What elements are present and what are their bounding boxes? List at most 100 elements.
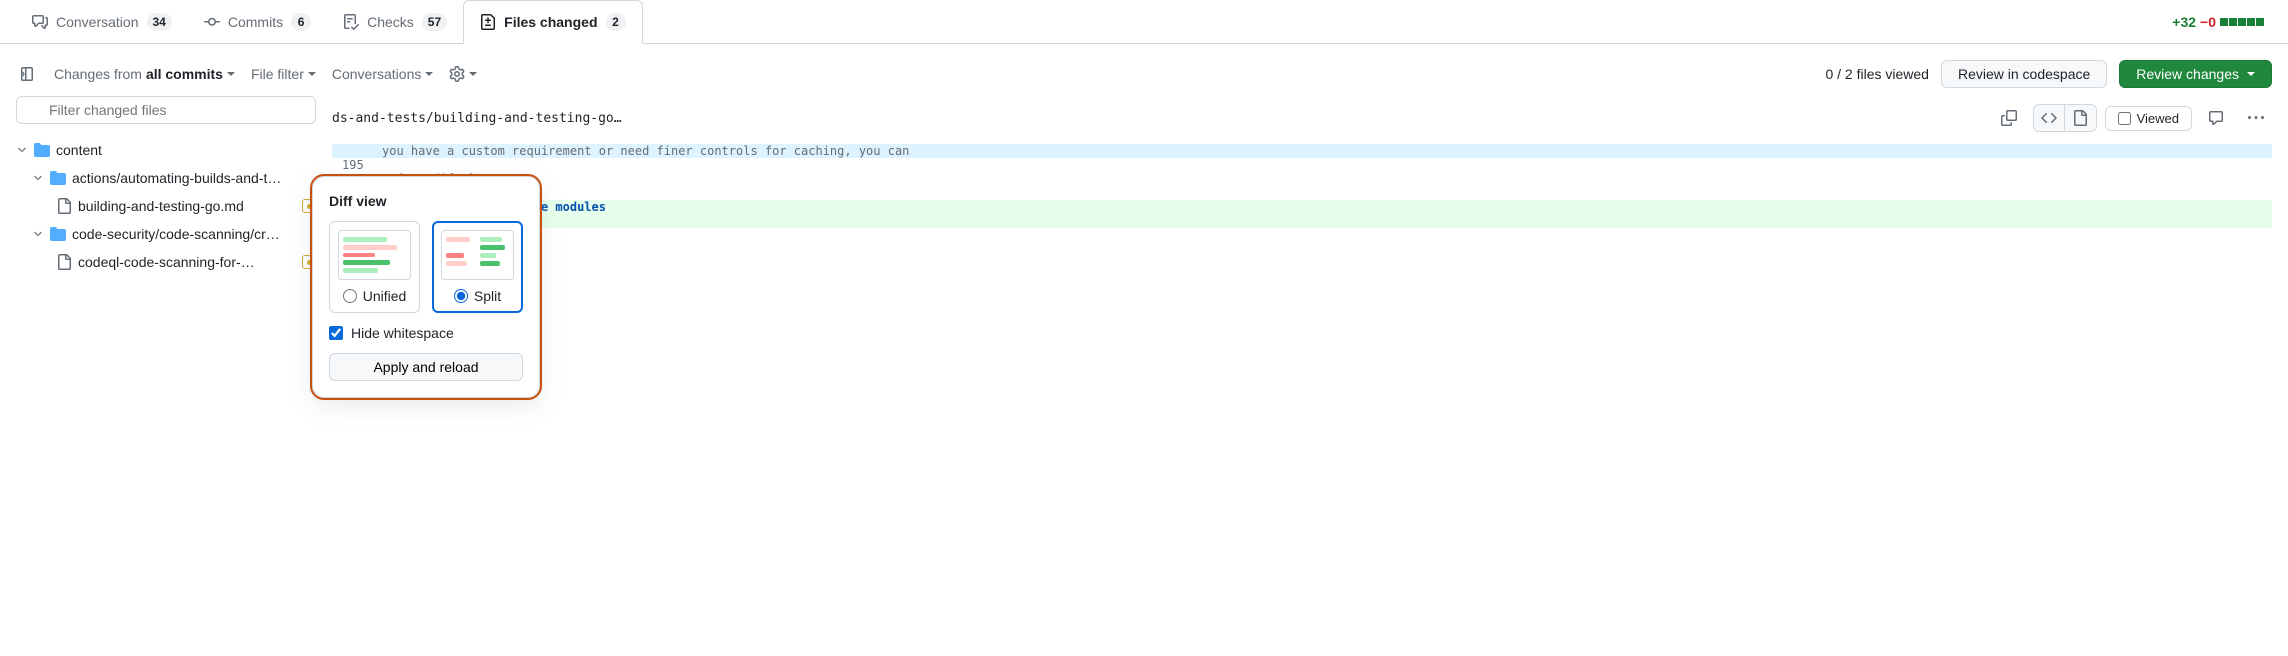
toolbar-actions: 0 / 2 files viewed Review in codespace R… (1825, 60, 2272, 88)
tree-label: codeql-code-scanning-for-… (78, 254, 255, 270)
file-diff-icon (480, 14, 496, 30)
tree-label: building-and-testing-go.md (78, 198, 244, 214)
apply-reload-button[interactable]: Apply and reload (329, 353, 523, 381)
gear-icon (449, 66, 465, 82)
rich-view-button[interactable] (2065, 104, 2097, 132)
tree-file-codeql[interactable]: codeql-code-scanning-for-… (16, 248, 316, 276)
comment-icon (2208, 110, 2224, 126)
caret-down-icon (2247, 72, 2255, 76)
filter-wrapper (16, 96, 316, 124)
folder-icon (50, 226, 66, 242)
toolbar-filters: Changes from all commits File filter Con… (54, 66, 477, 82)
code-icon (2041, 110, 2057, 126)
conversations-dropdown[interactable]: Conversations (332, 66, 434, 82)
kebab-menu-button[interactable] (2240, 104, 2272, 132)
popover-title: Diff view (329, 193, 523, 209)
line-content: {% endif %} (372, 172, 2272, 186)
chevron-down-icon (32, 228, 44, 240)
view-options: Unified (329, 221, 523, 313)
review-in-codespace-button[interactable]: Review in codespace (1941, 60, 2107, 88)
split-preview (441, 230, 514, 280)
sidebar-toggle-button[interactable] (16, 63, 38, 85)
file-actions: Viewed (2033, 104, 2272, 132)
tree-label: content (56, 142, 102, 158)
tab-count: 57 (422, 13, 447, 31)
diff-content: ds-and-tests/building-and-testing-go… Vi… (332, 96, 2272, 276)
file-path: ds-and-tests/building-and-testing-go… (332, 111, 1985, 126)
line-content: + (372, 214, 2272, 228)
git-commit-icon (204, 14, 220, 30)
split-option[interactable]: Split (432, 221, 523, 313)
tab-count: 6 (291, 13, 311, 31)
tree-label: actions/automating-builds-and-t… (72, 170, 281, 186)
line-number: 195 (332, 158, 372, 172)
copy-icon (2001, 110, 2017, 126)
viewed-checkbox[interactable] (2118, 112, 2131, 125)
diff-line[interactable]: 197 (332, 186, 2272, 200)
diff-stats: +32 −0 (2172, 14, 2272, 30)
changes-from-dropdown[interactable]: Changes from all commits (54, 66, 235, 82)
tree-folder-security[interactable]: code-security/code-scanning/cr… (16, 220, 316, 248)
tab-commits[interactable]: Commits 6 (188, 1, 327, 43)
diff-view-popover: Diff view Unified (312, 176, 540, 398)
diff-settings-button[interactable] (449, 66, 477, 82)
diff-line[interactable]: 199+ (332, 214, 2272, 228)
diff-blocks (2220, 18, 2264, 26)
caret-down-icon (308, 72, 316, 76)
main-content: content actions/automating-builds-and-t…… (0, 96, 2288, 276)
tab-count: 2 (606, 13, 626, 31)
diff-line[interactable]: 195 (332, 158, 2272, 172)
filter-files-input[interactable] (16, 96, 316, 124)
deletions-count: −0 (2200, 14, 2216, 30)
unified-option[interactable]: Unified (329, 221, 420, 313)
review-changes-button[interactable]: Review changes (2119, 60, 2272, 88)
hide-whitespace-row[interactable]: Hide whitespace (329, 325, 523, 341)
tab-checks[interactable]: Checks 57 (327, 1, 463, 43)
line-content (372, 158, 2272, 172)
unified-preview (338, 230, 411, 280)
line-content: + ### Accessing private modules (372, 200, 2272, 214)
tab-label: Conversation (56, 14, 139, 30)
comment-button[interactable] (2200, 104, 2232, 132)
hunk-header: you have a custom requirement or need fi… (332, 144, 2272, 158)
file-icon (56, 198, 72, 214)
chevron-down-icon (32, 172, 44, 184)
tree-file-building[interactable]: building-and-testing-go.md (16, 192, 316, 220)
sidebar-collapse-icon (19, 66, 35, 82)
caret-down-icon (227, 72, 235, 76)
tab-label: Checks (367, 14, 414, 30)
tab-files-changed[interactable]: Files changed 2 (463, 0, 642, 44)
file-header: ds-and-tests/building-and-testing-go… Vi… (332, 96, 2272, 144)
folder-icon (50, 170, 66, 186)
tab-label: Files changed (504, 14, 597, 30)
tab-conversation[interactable]: Conversation 34 (16, 1, 188, 43)
file-tree-sidebar: content actions/automating-builds-and-t…… (16, 96, 316, 276)
viewed-toggle[interactable]: Viewed (2105, 106, 2192, 131)
tree-label: code-security/code-scanning/cr… (72, 226, 280, 242)
comment-discussion-icon (32, 14, 48, 30)
tab-count: 34 (147, 13, 172, 31)
diff-line[interactable]: 198+ ### Accessing private modules (332, 200, 2272, 214)
file-icon (56, 254, 72, 270)
diff-table: you have a custom requirement or need fi… (332, 144, 2272, 228)
checklist-icon (343, 14, 359, 30)
file-icon (2072, 110, 2088, 126)
tree-folder-actions[interactable]: actions/automating-builds-and-t… (16, 164, 316, 192)
view-mode-group (2033, 104, 2097, 132)
tree-folder-content[interactable]: content (16, 136, 316, 164)
hide-whitespace-checkbox[interactable] (329, 326, 343, 340)
caret-down-icon (425, 72, 433, 76)
copy-path-button[interactable] (1993, 104, 2025, 132)
unified-radio[interactable] (343, 289, 357, 303)
source-view-button[interactable] (2033, 104, 2065, 132)
diff-toolbar: Changes from all commits File filter Con… (0, 44, 2288, 96)
chevron-down-icon (16, 144, 28, 156)
caret-down-icon (469, 72, 477, 76)
diff-line[interactable]: 196 {% endif %} (332, 172, 2272, 186)
files-viewed-counter: 0 / 2 files viewed (1825, 66, 1929, 82)
additions-count: +32 (2172, 14, 2196, 30)
folder-icon (34, 142, 50, 158)
pr-tabs: Conversation 34 Commits 6 Checks 57 File… (0, 0, 2288, 44)
split-radio[interactable] (454, 289, 468, 303)
file-filter-dropdown[interactable]: File filter (251, 66, 316, 82)
